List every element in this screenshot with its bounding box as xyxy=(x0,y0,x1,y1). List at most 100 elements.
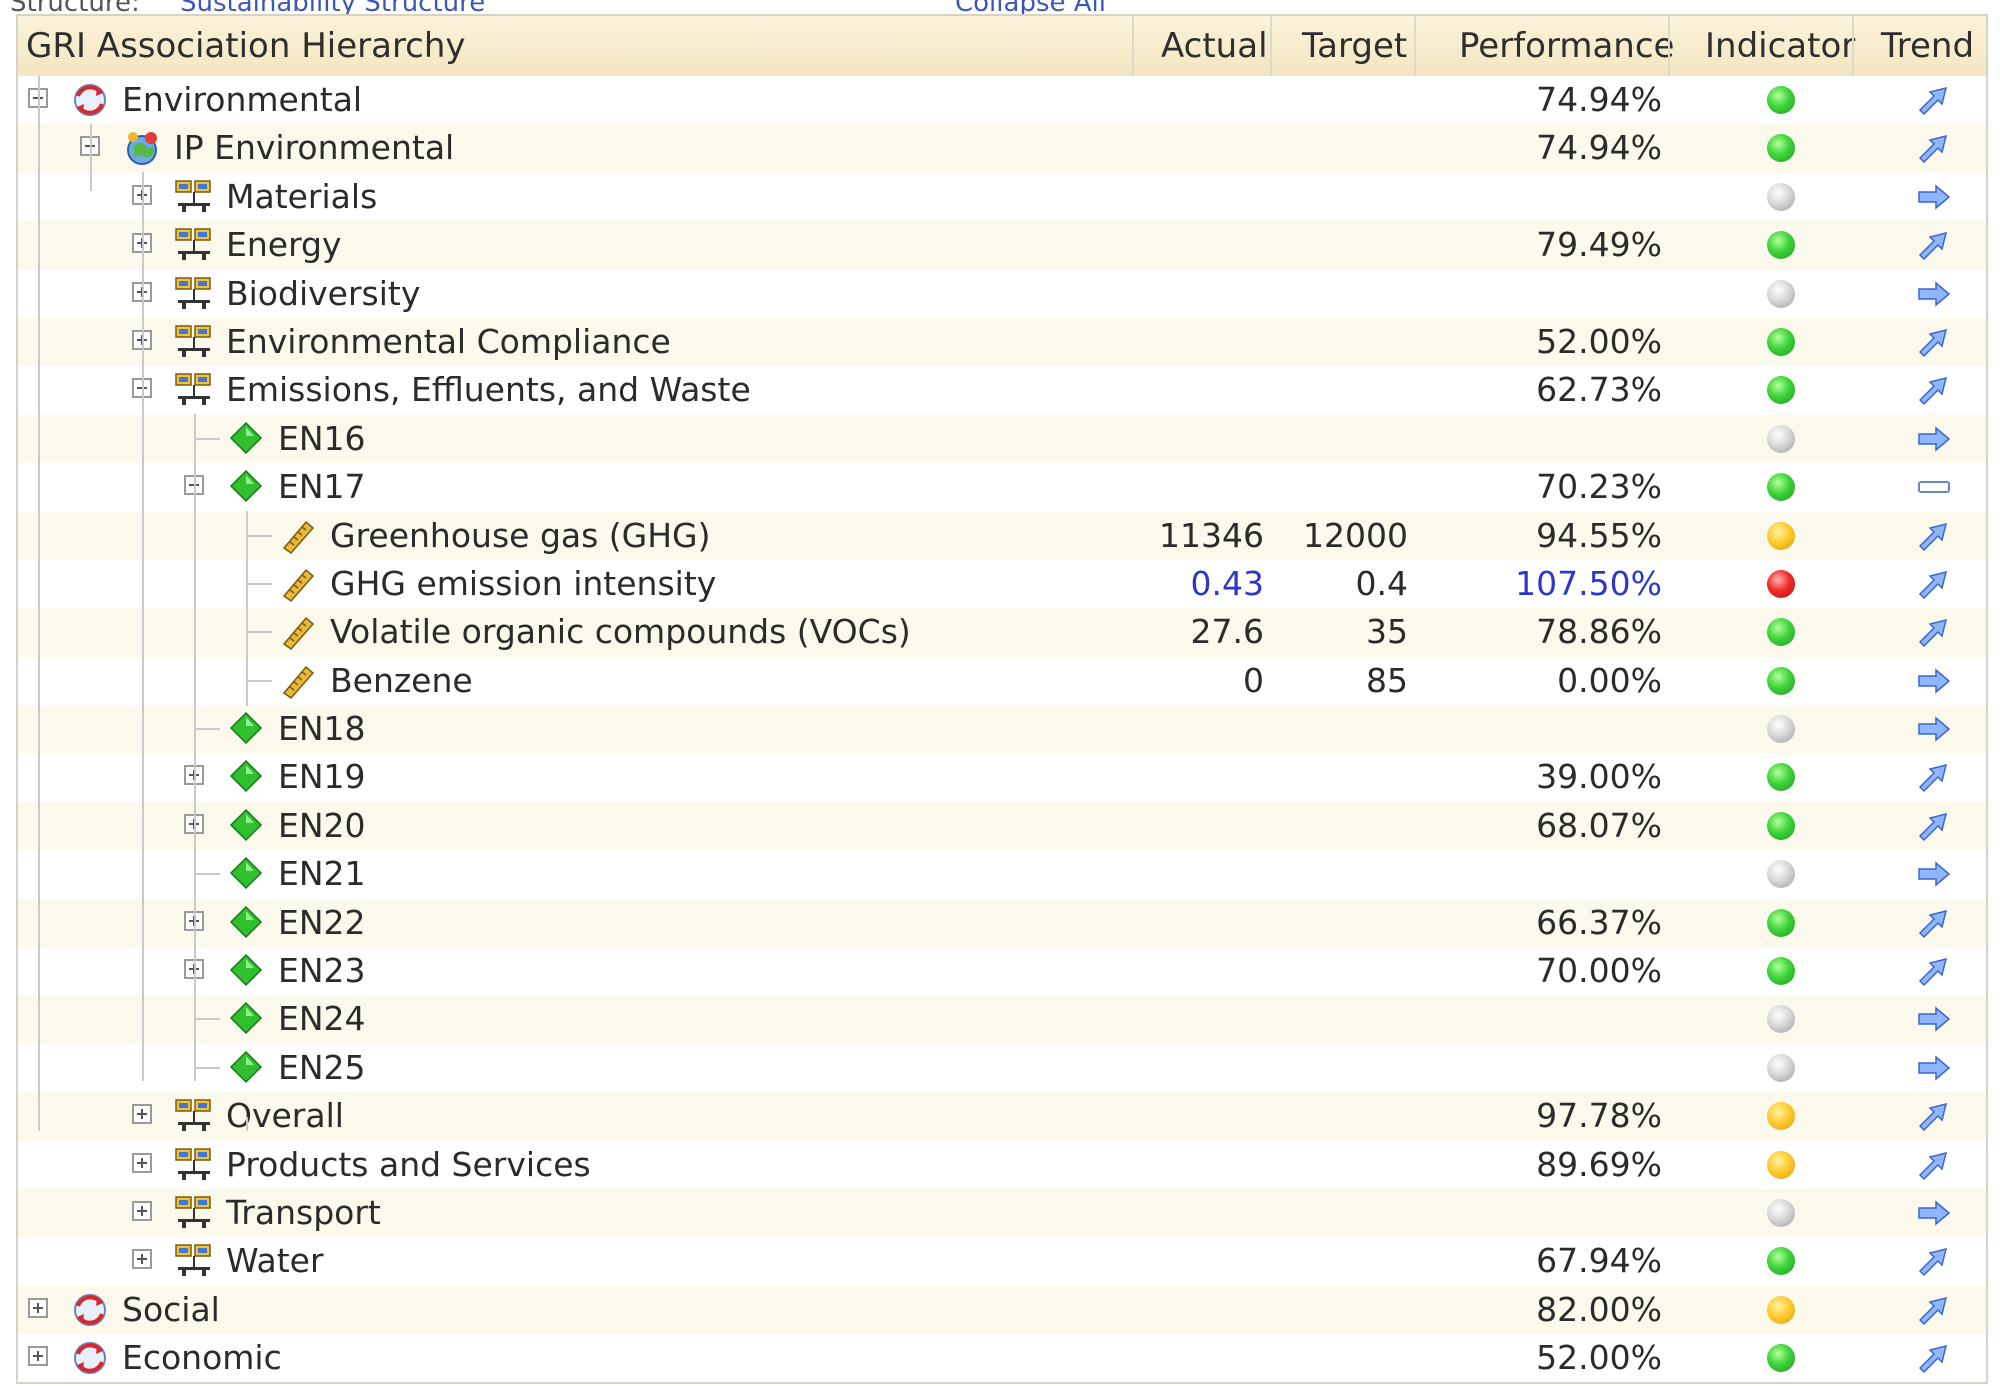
row-label[interactable]: Energy xyxy=(226,221,342,269)
performance-value xyxy=(1416,1189,1662,1237)
row-label[interactable]: Environmental xyxy=(122,76,362,124)
row-label[interactable]: EN16 xyxy=(278,415,366,463)
row-label[interactable]: EN25 xyxy=(278,1044,366,1092)
row-label[interactable]: Economic xyxy=(122,1334,282,1382)
row-label[interactable]: EN20 xyxy=(278,802,366,850)
row-label[interactable]: Products and Services xyxy=(226,1141,591,1189)
row-label[interactable]: Transport xyxy=(226,1189,381,1237)
performance-value: 94.55% xyxy=(1536,515,1662,555)
table-row[interactable]: EN23 70.00% xyxy=(18,947,1986,996)
row-label[interactable]: Materials xyxy=(226,173,377,221)
row-label[interactable]: EN22 xyxy=(278,899,366,947)
table-row[interactable]: Greenhouse gas (GHG) 11346 12000 94.55% xyxy=(18,511,1986,560)
column-header-hierarchy[interactable]: GRI Association Hierarchy xyxy=(26,16,466,76)
column-header-performance[interactable]: Performance xyxy=(1459,16,1674,76)
network-icon xyxy=(174,1145,214,1185)
trend-right-arrow-icon xyxy=(1916,278,1952,310)
tree-guide-line xyxy=(246,511,248,706)
collapse-toggle[interactable] xyxy=(18,76,64,124)
table-row[interactable]: Emissions, Effluents, and Waste 62.73% xyxy=(18,366,1986,415)
table-row[interactable]: EN20 68.07% xyxy=(18,801,1986,851)
expand-toggle[interactable] xyxy=(120,318,168,366)
expand-toggle[interactable] xyxy=(120,1141,168,1189)
row-label[interactable]: GHG emission intensity xyxy=(330,560,716,608)
tree-connector xyxy=(194,437,220,440)
trend-up-arrow-icon xyxy=(1916,1294,1952,1326)
table-row[interactable]: EN25 xyxy=(18,1043,1986,1093)
column-header-indicator[interactable]: Indicator xyxy=(1705,16,1855,76)
expand-toggle[interactable] xyxy=(120,1237,168,1285)
row-label[interactable]: EN19 xyxy=(278,753,366,801)
table-row[interactable]: Economic 52.00% xyxy=(18,1334,1986,1382)
table-row[interactable]: EN19 39.00% xyxy=(18,753,1986,802)
network-icon xyxy=(174,1241,214,1281)
row-label[interactable]: EN23 xyxy=(278,947,366,995)
table-row[interactable]: Social 82.00% xyxy=(18,1285,1986,1335)
table-row[interactable]: Volatile organic compounds (VOCs) 27.6 35 7… xyxy=(18,608,1986,657)
table-row[interactable]: EN17 70.23% xyxy=(18,463,1986,512)
status-indicator-icon xyxy=(1767,618,1795,647)
expand-toggle[interactable] xyxy=(172,899,220,947)
actual-value xyxy=(1134,802,1264,850)
column-header-target[interactable]: Target xyxy=(1302,16,1407,76)
row-label[interactable]: EN17 xyxy=(278,463,366,511)
expand-toggle[interactable] xyxy=(172,947,220,995)
collapse-toggle[interactable] xyxy=(172,463,220,511)
row-label[interactable]: Biodiversity xyxy=(226,270,420,318)
row-label[interactable]: EN18 xyxy=(278,705,366,753)
row-label[interactable]: Overall xyxy=(226,1092,344,1140)
target-value xyxy=(1272,1044,1408,1092)
collapse-toggle[interactable] xyxy=(120,366,168,414)
row-label[interactable]: Benzene xyxy=(330,657,473,705)
expand-toggle[interactable] xyxy=(120,173,168,221)
row-label[interactable]: EN21 xyxy=(278,850,366,898)
actual-value xyxy=(1134,366,1264,414)
expand-toggle[interactable] xyxy=(172,802,220,850)
status-indicator-icon xyxy=(1767,1295,1795,1324)
row-label[interactable]: Emissions, Effluents, and Waste xyxy=(226,366,751,414)
row-label[interactable]: EN24 xyxy=(278,995,366,1043)
target-value xyxy=(1272,1141,1408,1189)
column-header-actual[interactable]: Actual xyxy=(1161,16,1268,76)
table-row[interactable]: Biodiversity xyxy=(18,269,1986,318)
expand-toggle[interactable] xyxy=(120,221,168,269)
table-row[interactable]: Overall 97.78% xyxy=(18,1092,1986,1141)
expand-toggle[interactable] xyxy=(120,1189,168,1237)
expand-toggle[interactable] xyxy=(18,1286,64,1334)
column-header-trend[interactable]: Trend xyxy=(1881,16,1974,76)
expand-toggle[interactable] xyxy=(18,1334,64,1382)
trend-up-arrow-icon xyxy=(1916,1245,1952,1277)
tree-connector xyxy=(246,631,272,634)
table-row[interactable]: IP Environmental 74.94% xyxy=(18,124,1986,173)
performance-value: 68.07% xyxy=(1536,805,1662,845)
table-row[interactable]: Environmental 74.94% xyxy=(18,76,1986,125)
table-row[interactable]: EN16 xyxy=(18,414,1986,464)
row-label[interactable]: IP Environmental xyxy=(174,124,454,172)
table-row[interactable]: EN24 xyxy=(18,995,1986,1044)
table-row[interactable]: Environmental Compliance 52.00% xyxy=(18,317,1986,367)
row-label[interactable]: Environmental Compliance xyxy=(226,318,671,366)
target-value xyxy=(1272,221,1408,269)
expand-toggle[interactable] xyxy=(172,753,220,801)
table-row[interactable]: GHG emission intensity 0.43 0.4 107.50% xyxy=(18,559,1986,609)
table-row[interactable]: Benzene 0 85 0.00% xyxy=(18,656,1986,706)
table-row[interactable]: Products and Services 89.69% xyxy=(18,1140,1986,1189)
expand-toggle[interactable] xyxy=(120,1092,168,1140)
trend-up-arrow-icon xyxy=(1916,229,1952,261)
expand-toggle[interactable] xyxy=(120,270,168,318)
table-row[interactable]: Water 67.94% xyxy=(18,1237,1986,1286)
row-label[interactable]: Social xyxy=(122,1286,220,1334)
row-label[interactable]: Water xyxy=(226,1237,324,1285)
collapse-toggle[interactable] xyxy=(68,124,116,172)
diamond-icon xyxy=(226,709,266,749)
table-row[interactable]: EN22 66.37% xyxy=(18,898,1986,948)
status-indicator-icon xyxy=(1767,327,1795,356)
row-label[interactable]: Greenhouse gas (GHG) xyxy=(330,512,711,560)
table-row[interactable]: Energy 79.49% xyxy=(18,221,1986,270)
table-row[interactable]: EN21 xyxy=(18,850,1986,899)
table-row[interactable]: EN18 xyxy=(18,705,1986,754)
target-value xyxy=(1272,1334,1408,1382)
table-row[interactable]: Materials xyxy=(18,172,1986,222)
table-row[interactable]: Transport xyxy=(18,1188,1986,1238)
row-label[interactable]: Volatile organic compounds (VOCs) xyxy=(330,608,911,656)
